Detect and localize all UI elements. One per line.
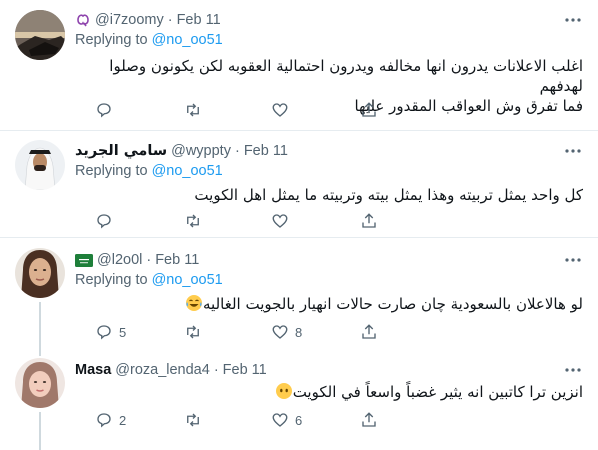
avatar-image	[15, 140, 65, 190]
retweet-icon	[187, 214, 199, 228]
tweet-4[interactable]: Masa @roza_lenda4 · Feb 11 انزين ترا كات…	[0, 344, 598, 450]
reply-icon	[97, 103, 111, 118]
heart-icon	[272, 325, 288, 339]
face-without-mouth-icon	[275, 382, 293, 405]
retweet-icon	[187, 103, 199, 117]
tweet-header: @i7zoomy · Feb 11	[75, 10, 221, 30]
tweet-3[interactable]: @l2o0l · Feb 11 Replying to @no_oo51 لو …	[0, 238, 598, 344]
reply-icon	[97, 214, 111, 229]
replying-to: Replying to @no_oo51	[75, 272, 223, 288]
user-handle[interactable]: @i7zoomy	[95, 12, 164, 28]
quote-glyph-icon	[75, 12, 91, 28]
reply-icon	[97, 413, 111, 428]
like-count: 6	[295, 412, 303, 428]
share-button[interactable]	[360, 211, 378, 231]
tweet-header: سامي الجريد @wyppty · Feb 11	[75, 141, 288, 161]
saudi-flag-icon	[75, 253, 93, 267]
like-button[interactable]: 6	[271, 410, 302, 430]
tweet-header: @l2o0l · Feb 11	[75, 250, 199, 270]
share-button[interactable]	[360, 322, 378, 342]
display-name[interactable]: سامي الجريد	[75, 143, 167, 159]
share-icon	[362, 213, 376, 228]
heart-icon	[272, 413, 288, 427]
tweet-date[interactable]: Feb 11	[177, 12, 221, 28]
replying-label: Replying to	[75, 163, 148, 179]
tweet-date[interactable]: Feb 11	[155, 252, 199, 268]
more-options-icon[interactable]	[562, 250, 584, 270]
action-bar: 5 8	[95, 322, 495, 342]
reply-count: 2	[119, 412, 127, 428]
action-bar	[95, 100, 495, 120]
user-handle[interactable]: @roza_lenda4	[115, 362, 210, 378]
more-options-icon[interactable]	[562, 360, 584, 380]
avatar-image	[15, 10, 65, 60]
replying-to: Replying to @no_oo51	[75, 32, 223, 48]
avatar-image	[15, 248, 65, 298]
retweet-icon	[187, 325, 199, 339]
reply-button[interactable]: 2	[95, 410, 126, 430]
heart-icon	[272, 103, 288, 117]
display-name[interactable]: Masa	[75, 362, 111, 378]
tweet-text-line: اغلب الاعلانات يدرون انها مخالفه ويدرون …	[109, 57, 583, 95]
tweet-text: كل واحد يمثل تربيته وهذا يمثل بيته وتربي…	[75, 185, 583, 205]
replying-label: Replying to	[75, 272, 148, 288]
tweet-text-line: كل واحد يمثل تربيته وهذا يمثل بيته وتربي…	[194, 186, 583, 204]
separator-dot: ·	[213, 362, 219, 378]
action-bar	[95, 211, 495, 231]
heart-icon	[272, 214, 288, 228]
more-options-icon[interactable]	[562, 10, 584, 30]
reply-button[interactable]	[95, 100, 119, 120]
thread-connector	[39, 302, 41, 344]
tweet-2[interactable]: سامي الجريد @wyppty · Feb 11 Replying to…	[0, 131, 598, 237]
avatar[interactable]	[15, 358, 65, 408]
share-icon	[362, 324, 376, 339]
separator-dot: ·	[167, 12, 173, 28]
face-with-tears-of-joy-icon	[185, 294, 203, 317]
replying-label: Replying to	[75, 32, 148, 48]
more-options-icon[interactable]	[562, 141, 584, 161]
tweet-text: انزين ترا كاتبين انه يثير غضباً واسعاً ف…	[75, 382, 583, 405]
mention-link[interactable]: @no_oo51	[152, 163, 223, 179]
mention-link[interactable]: @no_oo51	[152, 32, 223, 48]
like-button[interactable]	[271, 100, 295, 120]
separator-dot: ·	[146, 252, 152, 268]
reply-count: 5	[119, 324, 127, 340]
avatar-image	[15, 358, 65, 408]
retweet-button[interactable]	[183, 410, 203, 430]
avatar[interactable]	[15, 140, 65, 190]
replying-to: Replying to @no_oo51	[75, 163, 223, 179]
share-button[interactable]	[360, 410, 378, 430]
tweet-text-line: انزين ترا كاتبين انه يثير غضباً واسعاً ف…	[292, 383, 583, 401]
retweet-icon	[187, 413, 199, 427]
reply-button[interactable]	[95, 211, 119, 231]
like-button[interactable]	[271, 211, 295, 231]
tweet-header: Masa @roza_lenda4 · Feb 11	[75, 360, 267, 380]
tweet-text-line: لو هالاعلان بالسعودية چان صارت حالات انه…	[203, 295, 583, 313]
tweet-1[interactable]: @i7zoomy · Feb 11 Replying to @no_oo51 ا…	[0, 0, 598, 130]
avatar[interactable]	[15, 10, 65, 60]
thread-connector	[39, 412, 41, 450]
reply-icon	[97, 325, 111, 340]
action-bar: 2 6	[95, 410, 495, 430]
tweet-date[interactable]: Feb 11	[244, 143, 288, 159]
user-handle[interactable]: @wyppty	[171, 143, 231, 159]
tweet-text: لو هالاعلان بالسعودية چان صارت حالات انه…	[75, 294, 583, 317]
like-count: 8	[295, 324, 303, 340]
retweet-button[interactable]	[183, 100, 203, 120]
user-handle[interactable]: @l2o0l	[97, 252, 142, 268]
thread-connector	[39, 344, 41, 356]
avatar[interactable]	[15, 248, 65, 298]
separator-dot: ·	[234, 143, 240, 159]
retweet-button[interactable]	[183, 211, 203, 231]
reply-button[interactable]: 5	[95, 322, 126, 342]
share-button[interactable]	[360, 100, 378, 120]
like-button[interactable]: 8	[271, 322, 302, 342]
share-icon	[362, 102, 376, 117]
retweet-button[interactable]	[183, 322, 203, 342]
mention-link[interactable]: @no_oo51	[152, 272, 223, 288]
share-icon	[362, 412, 376, 427]
tweet-date[interactable]: Feb 11	[223, 362, 267, 378]
